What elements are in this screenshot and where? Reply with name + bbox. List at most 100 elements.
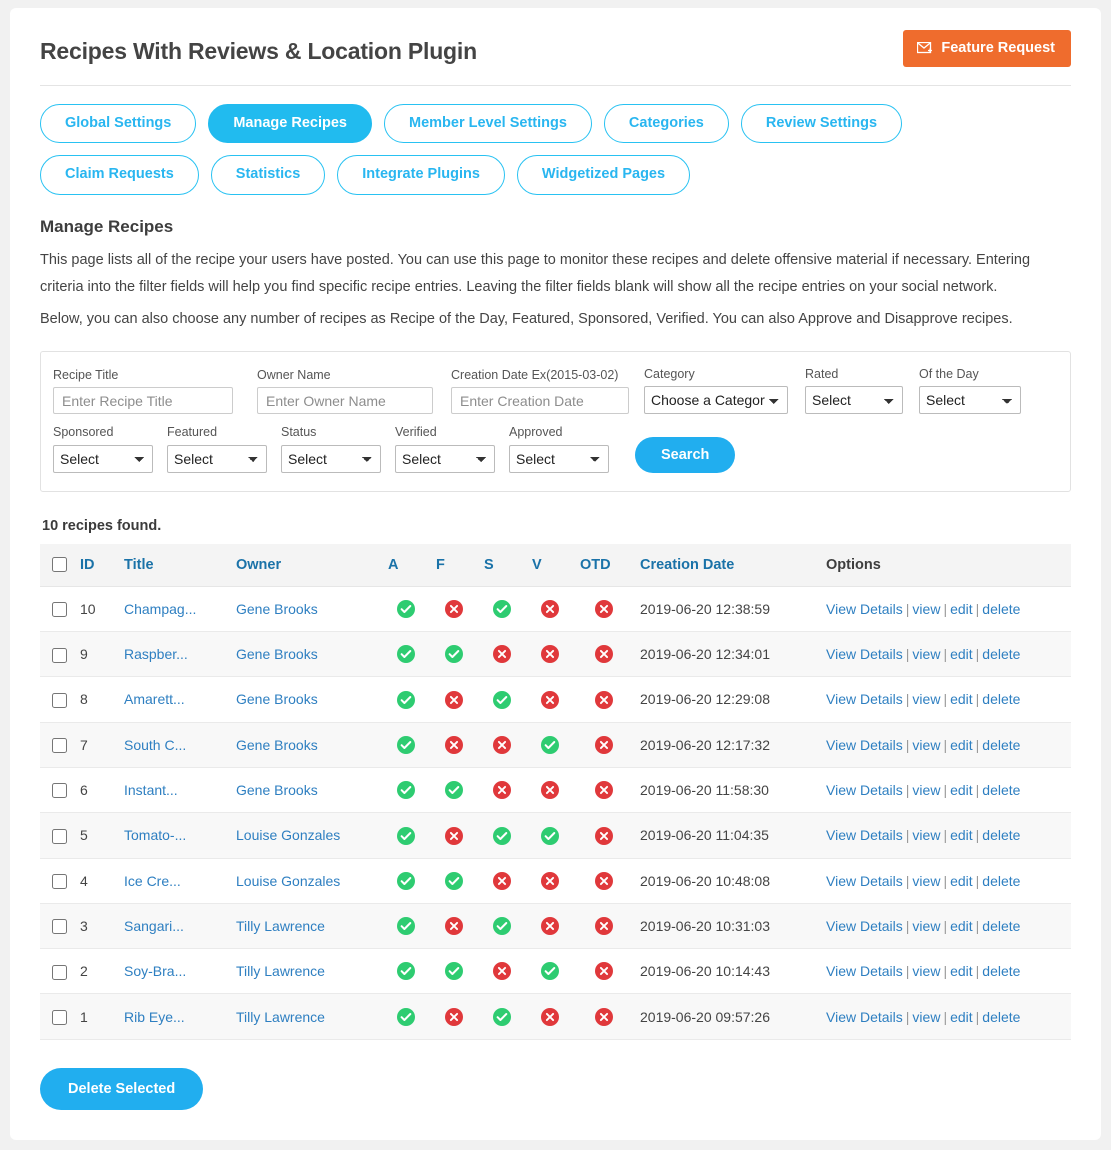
- row-approved-yes-icon[interactable]: [397, 871, 415, 890]
- header-of-the-day[interactable]: OTD: [574, 543, 634, 587]
- row-view-link[interactable]: view: [912, 1009, 940, 1025]
- row-owner-link[interactable]: Gene Brooks: [236, 691, 318, 707]
- search-button[interactable]: Search: [635, 436, 736, 473]
- row-featured-no-icon[interactable]: [445, 1007, 463, 1026]
- row-verified-no-icon[interactable]: [541, 871, 559, 890]
- row-view-link[interactable]: view: [912, 963, 940, 979]
- row-title-link[interactable]: Tomato-...: [124, 827, 186, 843]
- tab-member-level-settings[interactable]: Member Level Settings: [383, 104, 592, 144]
- row-edit-link[interactable]: edit: [950, 918, 973, 934]
- row-delete-link[interactable]: delete: [982, 782, 1020, 798]
- row-title-link[interactable]: Champag...: [124, 601, 196, 617]
- row-edit-link[interactable]: edit: [950, 737, 973, 753]
- row-owner-link[interactable]: Tilly Lawrence: [236, 1009, 325, 1025]
- row-of-the-day-no-icon[interactable]: [595, 826, 613, 845]
- row-owner[interactable]: Gene Brooks: [230, 767, 382, 814]
- row-of-the-day-no-icon[interactable]: [595, 1007, 613, 1026]
- row-of-the-day-no-icon[interactable]: [595, 735, 613, 754]
- row-view-details-link[interactable]: View Details: [826, 601, 903, 617]
- row-featured-yes-icon[interactable]: [445, 645, 463, 664]
- row-delete-link[interactable]: delete: [982, 963, 1020, 979]
- row-view-link[interactable]: view: [912, 782, 940, 798]
- approved-select[interactable]: Select: [509, 444, 609, 473]
- header-sponsored[interactable]: S: [478, 543, 526, 587]
- tab-review-settings[interactable]: Review Settings: [740, 104, 903, 144]
- row-sponsored-no-icon[interactable]: [493, 645, 511, 664]
- verified-select[interactable]: Select: [395, 444, 495, 473]
- row-checkbox[interactable]: [52, 783, 67, 799]
- row-view-details-link[interactable]: View Details: [826, 691, 903, 707]
- row-edit-link[interactable]: edit: [950, 782, 973, 798]
- row-edit-link[interactable]: edit: [950, 963, 973, 979]
- row-of-the-day-no-icon[interactable]: [595, 871, 613, 890]
- header-id[interactable]: ID: [74, 543, 118, 587]
- row-edit-link[interactable]: edit: [950, 827, 973, 843]
- row-view-link[interactable]: view: [912, 873, 940, 889]
- tab-integrate-plugins[interactable]: Integrate Plugins: [337, 155, 505, 195]
- row-sponsored-no-icon[interactable]: [493, 962, 511, 981]
- row-delete-link[interactable]: delete: [982, 601, 1020, 617]
- row-view-details-link[interactable]: View Details: [826, 963, 903, 979]
- row-title[interactable]: Amarett...: [118, 676, 230, 723]
- row-view-details-link[interactable]: View Details: [826, 782, 903, 798]
- row-sponsored-yes-icon[interactable]: [493, 917, 511, 936]
- row-approved-yes-icon[interactable]: [397, 690, 415, 709]
- row-sponsored-no-icon[interactable]: [493, 735, 511, 754]
- row-featured-yes-icon[interactable]: [445, 781, 463, 800]
- row-owner[interactable]: Gene Brooks: [230, 631, 382, 678]
- row-view-details-link[interactable]: View Details: [826, 646, 903, 662]
- row-owner[interactable]: Tilly Lawrence: [230, 948, 382, 995]
- row-checkbox[interactable]: [52, 738, 67, 754]
- row-edit-link[interactable]: edit: [950, 601, 973, 617]
- row-sponsored-yes-icon[interactable]: [493, 826, 511, 845]
- row-approved-yes-icon[interactable]: [397, 735, 415, 754]
- row-title[interactable]: Sangari...: [118, 903, 230, 950]
- row-owner[interactable]: Louise Gonzales: [230, 812, 382, 859]
- row-title[interactable]: Ice Cre...: [118, 858, 230, 904]
- row-view-link[interactable]: view: [912, 918, 940, 934]
- row-featured-no-icon[interactable]: [445, 690, 463, 709]
- row-featured-no-icon[interactable]: [445, 735, 463, 754]
- row-sponsored-no-icon[interactable]: [493, 871, 511, 890]
- row-verified-yes-icon[interactable]: [541, 826, 559, 845]
- row-of-the-day-no-icon[interactable]: [595, 690, 613, 709]
- header-creation-date[interactable]: Creation Date: [634, 543, 820, 587]
- delete-selected-button[interactable]: Delete Selected: [40, 1067, 204, 1110]
- row-of-the-day-no-icon[interactable]: [595, 645, 613, 664]
- owner-name-input[interactable]: [257, 387, 433, 415]
- row-approved-yes-icon[interactable]: [397, 645, 415, 664]
- row-verified-no-icon[interactable]: [541, 600, 559, 619]
- featured-select[interactable]: Select: [167, 444, 267, 473]
- row-title[interactable]: Raspber...: [118, 631, 230, 678]
- row-owner-link[interactable]: Tilly Lawrence: [236, 963, 325, 979]
- row-owner-link[interactable]: Gene Brooks: [236, 601, 318, 617]
- row-owner-link[interactable]: Louise Gonzales: [236, 827, 340, 843]
- recipe-title-input[interactable]: [53, 387, 233, 415]
- header-approved[interactable]: A: [382, 543, 430, 587]
- row-title-link[interactable]: Ice Cre...: [124, 873, 181, 889]
- creation-date-input[interactable]: [451, 387, 629, 415]
- tab-manage-recipes[interactable]: Manage Recipes: [208, 104, 372, 144]
- row-checkbox[interactable]: [52, 874, 67, 890]
- tab-global-settings[interactable]: Global Settings: [40, 104, 197, 144]
- select-all-checkbox[interactable]: [52, 557, 67, 573]
- tab-widgetized-pages[interactable]: Widgetized Pages: [516, 155, 691, 195]
- row-sponsored-yes-icon[interactable]: [493, 690, 511, 709]
- row-title-link[interactable]: Raspber...: [124, 646, 188, 662]
- row-owner[interactable]: Gene Brooks: [230, 676, 382, 723]
- row-sponsored-yes-icon[interactable]: [493, 1007, 511, 1026]
- of-the-day-select[interactable]: Select: [919, 386, 1021, 415]
- row-featured-yes-icon[interactable]: [445, 871, 463, 890]
- row-verified-no-icon[interactable]: [541, 781, 559, 800]
- row-view-link[interactable]: view: [912, 827, 940, 843]
- row-title[interactable]: Instant...: [118, 767, 230, 814]
- row-sponsored-no-icon[interactable]: [493, 781, 511, 800]
- row-verified-no-icon[interactable]: [541, 1007, 559, 1026]
- status-select[interactable]: Select: [281, 444, 381, 473]
- row-of-the-day-no-icon[interactable]: [595, 917, 613, 936]
- header-title[interactable]: Title: [118, 543, 230, 587]
- row-checkbox[interactable]: [52, 602, 67, 618]
- row-title-link[interactable]: Soy-Bra...: [124, 963, 186, 979]
- tab-categories[interactable]: Categories: [603, 104, 729, 144]
- row-owner[interactable]: Gene Brooks: [230, 722, 382, 768]
